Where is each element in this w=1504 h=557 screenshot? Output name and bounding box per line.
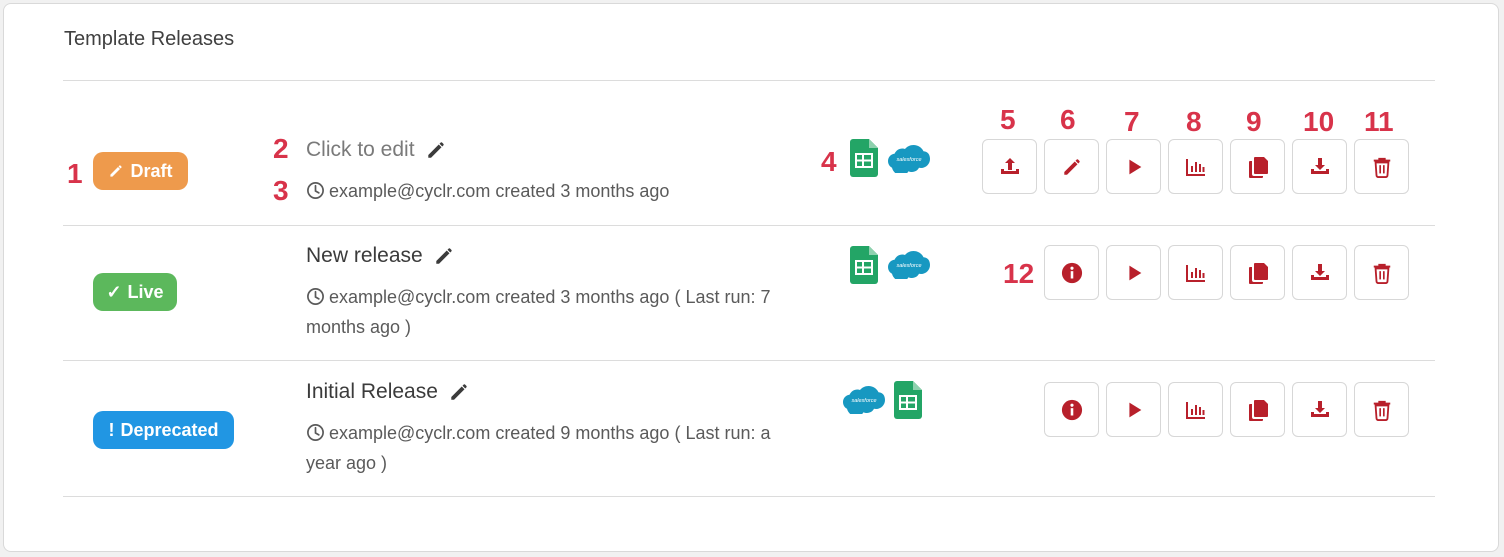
annotation-3: 3 (273, 175, 289, 206)
delete-button[interactable] (1354, 139, 1409, 194)
run-button[interactable] (1106, 139, 1161, 194)
download-button[interactable] (1292, 382, 1347, 437)
publish-button[interactable] (982, 139, 1037, 194)
release-name-row2[interactable]: New release (306, 244, 455, 268)
download-button[interactable] (1292, 139, 1347, 194)
delete-icon (1371, 399, 1393, 421)
publish-icon (998, 155, 1022, 179)
info-icon (1061, 399, 1083, 421)
edit-icon (1061, 156, 1083, 178)
stats-button[interactable] (1168, 139, 1223, 194)
divider (63, 496, 1435, 497)
status-label: Deprecated (120, 419, 219, 440)
run-button[interactable] (1106, 245, 1161, 300)
divider (63, 80, 1435, 81)
salesforce-icon (888, 251, 930, 279)
info-button[interactable] (1044, 245, 1099, 300)
copy-button[interactable] (1230, 245, 1285, 300)
edit-name-pencil-icon[interactable] (448, 381, 470, 403)
annotation-12: 12 (1003, 258, 1035, 289)
release-name-row1[interactable]: Click to edit (306, 138, 447, 162)
annotation-10: 10 (1303, 106, 1335, 137)
delete-icon (1371, 262, 1393, 284)
run-button[interactable] (1106, 382, 1161, 437)
delete-icon (1371, 156, 1393, 178)
status-badge-live: ✓ Live (93, 273, 177, 311)
created-text: example@cyclr.com created 3 months ago (329, 181, 670, 201)
delete-button[interactable] (1354, 382, 1409, 437)
created-text: example@cyclr.com created 3 months ago (329, 287, 670, 307)
release-name-text[interactable]: Click to edit (306, 138, 415, 162)
info-button[interactable] (1044, 382, 1099, 437)
annotation-11: 11 (1364, 106, 1394, 137)
google-sheets-icon (894, 381, 922, 419)
annotation-2: 2 (273, 133, 289, 164)
release-name-text[interactable]: New release (306, 244, 423, 268)
salesforce-icon (888, 145, 930, 173)
stats-icon (1184, 398, 1208, 422)
stats-icon (1184, 155, 1208, 179)
stats-button[interactable] (1168, 382, 1223, 437)
clock-icon (306, 423, 325, 442)
exclamation-icon: ! (108, 419, 115, 440)
check-icon: ✓ (106, 281, 122, 302)
edit-name-pencil-icon[interactable] (433, 245, 455, 267)
status-label: Live (127, 281, 164, 302)
release-meta-row1: example@cyclr.com created 3 months ago (306, 176, 786, 206)
edit-button[interactable] (1044, 139, 1099, 194)
copy-icon (1246, 155, 1270, 179)
stats-button[interactable] (1168, 245, 1223, 300)
download-icon (1308, 155, 1332, 179)
annotation-4: 4 (821, 146, 837, 177)
edit-name-pencil-icon[interactable] (425, 139, 447, 161)
salesforce-icon (843, 386, 885, 414)
copy-icon (1246, 398, 1270, 422)
copy-button[interactable] (1230, 382, 1285, 437)
annotation-5: 5 (1000, 104, 1016, 135)
release-name-row3[interactable]: Initial Release (306, 380, 470, 404)
copy-icon (1246, 261, 1270, 285)
annotation-9: 9 (1246, 106, 1262, 137)
annotation-1: 1 (67, 158, 83, 189)
run-icon (1123, 262, 1145, 284)
clock-icon (306, 181, 325, 200)
created-text: example@cyclr.com created 9 months ago (329, 423, 670, 443)
status-badge-draft: Draft (93, 152, 188, 190)
annotation-6: 6 (1060, 104, 1076, 135)
release-meta-row3: example@cyclr.com created 9 months ago (… (306, 418, 786, 478)
divider (63, 360, 1435, 361)
google-sheets-icon (850, 246, 878, 284)
release-meta-row2: example@cyclr.com created 3 months ago (… (306, 282, 786, 342)
status-badge-deprecated: ! Deprecated (93, 411, 234, 449)
delete-button[interactable] (1354, 245, 1409, 300)
download-icon (1308, 398, 1332, 422)
stats-icon (1184, 261, 1208, 285)
divider (63, 225, 1435, 226)
panel-title: Template Releases (64, 28, 235, 50)
release-name-text[interactable]: Initial Release (306, 380, 438, 404)
download-icon (1308, 261, 1332, 285)
status-label: Draft (130, 160, 173, 181)
annotation-8: 8 (1186, 106, 1202, 137)
info-icon (1061, 262, 1083, 284)
google-sheets-icon (850, 139, 878, 177)
download-button[interactable] (1292, 245, 1347, 300)
pencil-icon (108, 163, 124, 179)
run-icon (1123, 399, 1145, 421)
clock-icon (306, 287, 325, 306)
run-icon (1123, 156, 1145, 178)
copy-button[interactable] (1230, 139, 1285, 194)
annotation-7: 7 (1124, 106, 1140, 137)
